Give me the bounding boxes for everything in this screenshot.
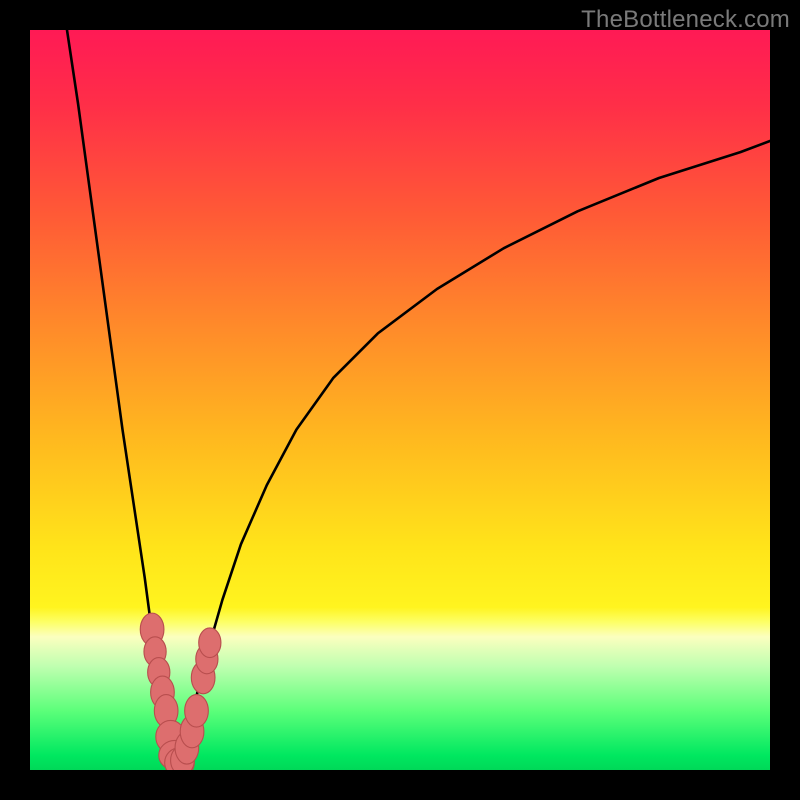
watermark-text: TheBottleneck.com <box>581 6 790 34</box>
plot-area <box>30 30 770 770</box>
chart-frame: TheBottleneck.com <box>0 0 800 800</box>
marker-dot <box>199 628 221 658</box>
curve-right-branch <box>178 141 770 764</box>
marker-dot <box>185 695 209 728</box>
chart-svg <box>30 30 770 770</box>
marker-group <box>140 613 221 770</box>
